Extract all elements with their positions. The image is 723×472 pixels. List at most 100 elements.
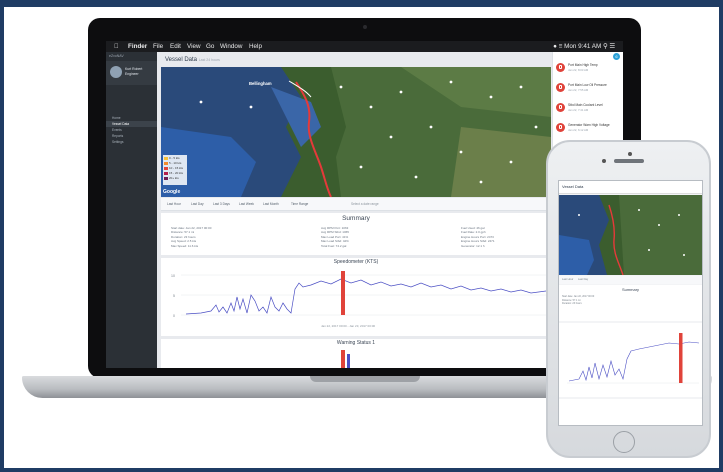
laptop-notch (310, 376, 420, 382)
legend-swatch (164, 176, 168, 180)
page-title: Vessel Data (165, 57, 198, 63)
summary-card: Summary Start date: Jan 22, 2017 00:00 D… (161, 213, 551, 255)
phone-speed-chart[interactable] (559, 323, 702, 397)
menu-app[interactable]: Finder (128, 41, 147, 52)
clock[interactable]: Mon 9:41 AM (564, 43, 601, 50)
phone-last-day-button[interactable]: Last Day (578, 278, 588, 281)
summary-col-2: Avg RPM Port: 1063 Avg RPM Stbd: 1065 Ma… (321, 226, 349, 248)
summary-stat: Engine Hours Stbd: 2471 (461, 239, 495, 244)
summary-col-1: Start date: Jan 22, 2017 00:00 Distance:… (171, 226, 211, 248)
map-city-label: Bellingham (249, 81, 272, 86)
alert-icon (556, 63, 565, 72)
phone-page-title: Vessel Data (559, 181, 702, 194)
date-range-input[interactable]: Select a date range (351, 201, 379, 207)
apple-icon[interactable]:  (114, 41, 119, 52)
speed-chart[interactable]: 10 5 0 Jan 22, 2017 00:00 - Jan 23, 2017… (161, 267, 551, 335)
notification-item[interactable]: Stbd Main Coolant Level Jan 22, 7:41 AM (556, 102, 622, 114)
summary-stat: Max Load Stbd: 42% (321, 239, 349, 244)
last-month-button[interactable]: Last Month (263, 201, 279, 207)
spotlight-icon[interactable]: ⚲ (603, 43, 608, 50)
avatar (110, 66, 122, 78)
y-tick: 10 (171, 274, 175, 278)
menu-edit[interactable]: Edit (170, 41, 181, 52)
warning-chart-title: Warning Status 1 (336, 340, 376, 346)
phone-warning-chart (559, 399, 702, 425)
phone: Vessel Data Last Hour Last Day Summary S… (546, 140, 711, 458)
time-range-button[interactable]: Time Range (291, 201, 308, 207)
phone-map-terrain (559, 195, 702, 275)
notification-count-badge[interactable]: 6 (613, 53, 620, 60)
user-profile[interactable]: Kurt Robert Engineer (106, 61, 157, 85)
menu-help[interactable]: Help (249, 41, 262, 52)
legend-item: 5 - 10 kts (169, 161, 182, 165)
main-content: Vessel Data Last 24 hours Bellingham 0 -… (161, 55, 551, 368)
last-week-button[interactable]: Last Week (239, 201, 254, 207)
phone-last-hour-button[interactable]: Last Hour (562, 278, 573, 281)
legend-item: 20+ kts (169, 176, 179, 180)
user-role: Engineer (125, 71, 139, 76)
mac-menubar:  Finder File Edit View Go Window Help ●… (106, 41, 623, 52)
home-button[interactable] (613, 431, 635, 453)
legend-item: 0 - 5 kts (169, 156, 180, 160)
menu-file[interactable]: File (153, 41, 163, 52)
phone-event-marker[interactable] (679, 333, 683, 383)
map-terrain (161, 67, 551, 197)
alert-icon (556, 83, 565, 92)
legend-swatch (164, 166, 168, 170)
phone-map[interactable] (559, 195, 702, 275)
notification-item[interactable]: Port Main High Temp Jan 22, 8:03 AM (556, 62, 622, 74)
legend-item: 10 - 15 kts (169, 166, 184, 170)
y-tick: 0 (173, 314, 175, 318)
legend-swatch (164, 161, 168, 165)
last-3-days-button[interactable]: Last 3 Days (213, 201, 230, 207)
wifi-icon[interactable]: ● ≡ (553, 43, 562, 50)
menubar-status: ● ≡ Mon 9:41 AM ⚲ ☰ (553, 41, 615, 52)
menu-view[interactable]: View (187, 41, 201, 52)
phone-summary-stats: Start date: Jan 22, 2017 00:00 Distance:… (562, 295, 594, 306)
x-caption: Jan 22, 2017 00:00 - Jan 23, 2017 00:00 (321, 324, 375, 328)
notification-title: Generator Warn High Voltage (568, 123, 610, 127)
legend-swatch (164, 156, 168, 160)
warning-marker[interactable] (347, 354, 350, 368)
top-border (0, 0, 723, 7)
phone-summary-title: Summary (621, 287, 640, 292)
menu-go[interactable]: Go (206, 41, 214, 52)
app-sidebar: eZvoNAV Kurt Robert Engineer Home Vessel… (106, 52, 157, 368)
phone-speaker (614, 159, 644, 163)
menu-window[interactable]: Window (220, 41, 242, 52)
page-subtitle: Last 24 hours (198, 58, 220, 62)
speed-chart-card: Speedometer (KTS) 10 5 0 Jan 22, 2017 00… (161, 258, 551, 336)
notification-item[interactable]: Generator Warn High Voltage Jan 22, 6:12… (556, 122, 622, 134)
vessel-map[interactable]: Bellingham 0 - 5 kts 5 - 10 kts 10 - 15 … (161, 67, 551, 197)
phone-front-camera (628, 152, 632, 156)
notification-title: Port Main High Temp (568, 63, 598, 67)
laptop-camera (363, 25, 367, 29)
event-marker[interactable] (341, 271, 345, 315)
legend-swatch (164, 171, 168, 175)
map-brand: Google (163, 189, 181, 195)
summary-stat: Max Speed: 11.6 kts (171, 243, 199, 248)
speed-chart-title: Speedometer (KTS) (333, 259, 379, 265)
warning-chart[interactable] (161, 348, 551, 368)
notification-time: Jan 22, 8:03 AM (568, 68, 589, 72)
summary-col-3: Fuel Used: 46 gal Fuel Rate: 2.0 gph Eng… (461, 226, 495, 248)
notification-title: Stbd Main Coolant Level (568, 103, 603, 107)
phone-speed-plot (567, 333, 700, 384)
notification-time: Jan 22, 6:12 AM (568, 128, 589, 132)
phone-sensor (602, 159, 606, 163)
legend-item: 15 - 20 kts (169, 171, 184, 175)
notification-title: Port Main Low Oil Pressure (568, 83, 607, 87)
warning-marker[interactable] (341, 350, 345, 368)
notification-time: Jan 22, 7:41 AM (568, 108, 589, 112)
sidebar-item-settings[interactable]: Settings (106, 139, 157, 145)
last-day-button[interactable]: Last Day (191, 201, 204, 207)
brand-logo[interactable]: eZvoNAV (106, 52, 157, 61)
user-name: Kurt Robert (125, 67, 143, 71)
speed-legend: 0 - 5 kts 5 - 10 kts 10 - 15 kts 15 - 20… (163, 155, 187, 185)
summary-stat: Total Fuel: 74.2 gal (321, 243, 347, 248)
last-hour-button[interactable]: Last Hour (167, 201, 181, 207)
notification-item[interactable]: Port Main Low Oil Pressure Jan 22, 7:55 … (556, 82, 622, 94)
list-icon[interactable]: ☰ (609, 43, 615, 50)
phone-summary-stat: Duration: 23 hours (562, 302, 582, 306)
summary-stat: Generator: 12.1 h (461, 243, 485, 248)
